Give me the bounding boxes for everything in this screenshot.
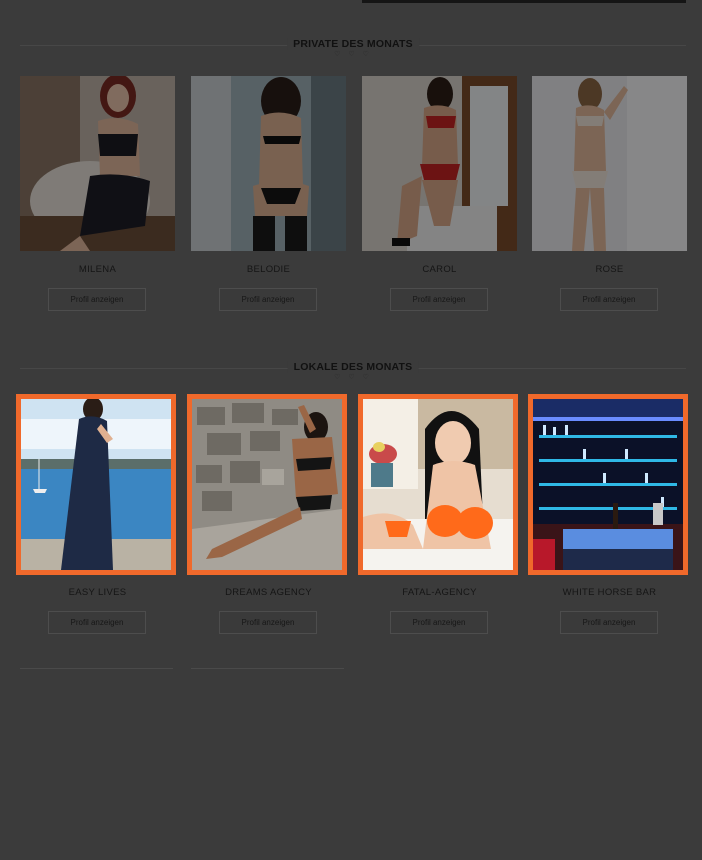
profile-photo[interactable]	[20, 76, 175, 251]
profile-photo[interactable]	[532, 76, 687, 251]
venue-card[interactable]: DREAMS AGENCY Profil anzeigen	[187, 394, 351, 634]
hearts-icon: ♡ ♡ ♡	[334, 374, 372, 381]
profile-name: CAROL	[422, 264, 457, 275]
venue-photo[interactable]	[528, 394, 688, 575]
view-profile-button[interactable]: Profil anzeigen	[48, 611, 146, 634]
venue-name: FATAL-AGENCY	[402, 587, 477, 598]
view-profile-button[interactable]: Profil anzeigen	[48, 288, 146, 311]
profile-card[interactable]: BELODIE Profil anzeigen	[191, 76, 351, 311]
venue-card[interactable]: FATAL-AGENCY Profil anzeigen	[358, 394, 522, 634]
venue-card[interactable]: WHITE HORSE BAR Profil anzeigen	[528, 394, 692, 634]
hearts-icon: ♡ ♡ ♡	[334, 51, 372, 58]
top-bar	[362, 0, 686, 3]
profile-card[interactable]: ROSE Profil anzeigen	[532, 76, 692, 311]
venue-name: WHITE HORSE BAR	[562, 587, 657, 598]
section-header-lokale: LOKALE DES MONATS ♡ ♡ ♡	[20, 361, 686, 381]
venue-photo[interactable]	[16, 394, 176, 575]
section-divider	[191, 668, 344, 669]
profile-photo[interactable]	[191, 76, 346, 251]
profile-name: ROSE	[595, 264, 624, 275]
view-profile-button[interactable]: Profil anzeigen	[390, 611, 488, 634]
section-title: LOKALE DES MONATS	[287, 361, 419, 373]
profile-card[interactable]: CAROL Profil anzeigen	[362, 76, 522, 311]
view-profile-button[interactable]: Profil anzeigen	[390, 288, 488, 311]
section-divider	[20, 668, 173, 669]
profile-name: MILENA	[78, 264, 117, 275]
view-profile-button[interactable]: Profil anzeigen	[219, 288, 317, 311]
profile-photo[interactable]	[362, 76, 517, 251]
view-profile-button[interactable]: Profil anzeigen	[560, 611, 658, 634]
venue-name: DREAMS AGENCY	[225, 587, 312, 598]
profile-card[interactable]: MILENA Profil anzeigen	[20, 76, 180, 311]
venue-card[interactable]: EASY LIVES Profil anzeigen	[16, 394, 180, 634]
section-header-private: PRIVATE DES MONATS ♡ ♡ ♡	[20, 38, 686, 58]
view-profile-button[interactable]: Profil anzeigen	[560, 288, 658, 311]
section-title: PRIVATE DES MONATS	[287, 38, 419, 50]
view-profile-button[interactable]: Profil anzeigen	[219, 611, 317, 634]
venue-name: EASY LIVES	[68, 587, 127, 598]
venue-photo[interactable]	[358, 394, 518, 575]
venue-photo[interactable]	[187, 394, 347, 575]
profile-name: BELODIE	[246, 264, 291, 275]
